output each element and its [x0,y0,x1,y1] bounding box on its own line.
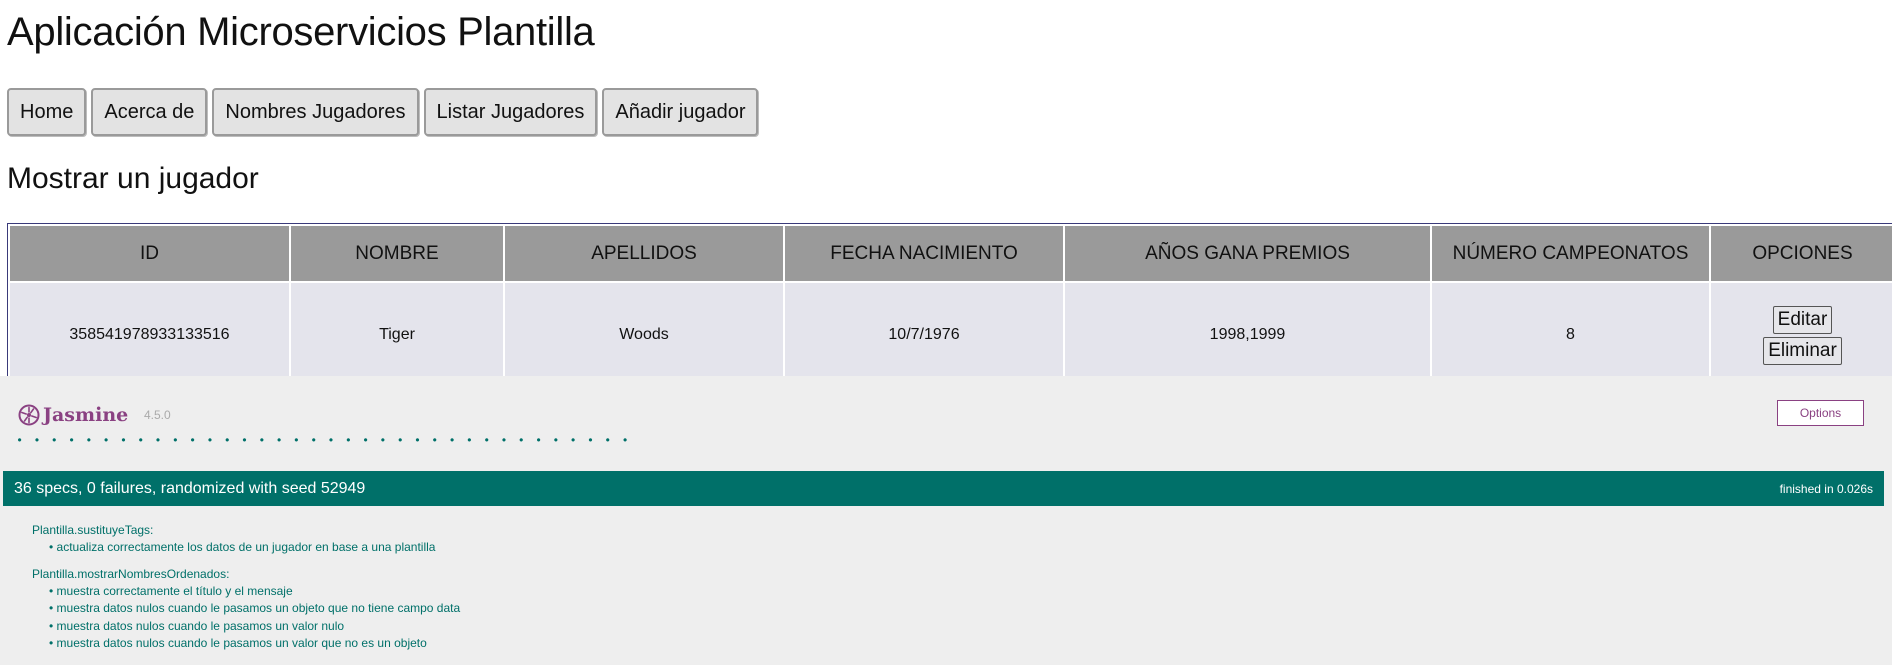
spec-item[interactable]: muestra correctamente el título y el men… [49,583,460,601]
spec-pass-dot[interactable]: • [616,434,633,446]
delete-button[interactable]: Eliminar [1763,336,1842,365]
cell-nombre: Tiger [291,283,503,387]
cell-apellidos: Woods [505,283,783,387]
spec-item[interactable]: muestra datos nulos cuando le pasamos un… [49,635,460,653]
suite-results: Plantilla.sustituyeTags: actualiza corre… [32,522,460,662]
add-player-button[interactable]: Añadir jugador [602,88,759,136]
spec-pass-dot[interactable]: • [409,434,426,446]
spec-pass-dot[interactable]: • [357,434,374,446]
spec-pass-dot[interactable]: • [565,434,582,446]
spec-pass-dot[interactable]: • [253,434,270,446]
table-header-row: ID NOMBRE APELLIDOS FECHA NACIMIENTO AÑO… [10,226,1892,281]
summary-text[interactable]: 36 specs, 0 failures, randomized with se… [3,480,365,498]
cell-anos-gana-premios: 1998,1999 [1065,283,1430,387]
spec-item[interactable]: actualiza correctamente los datos de un … [49,539,460,557]
spec-pass-dot[interactable]: • [115,434,132,446]
spec-item[interactable]: muestra datos nulos cuando le pasamos un… [49,600,461,618]
spec-pass-dot[interactable]: • [478,434,495,446]
header-numero-campeonatos: NÚMERO CAMPEONATOS [1432,226,1709,281]
spec-pass-dot[interactable]: • [201,434,218,446]
header-nombre: NOMBRE [291,226,503,281]
spec-pass-dot[interactable]: • [495,434,512,446]
summary-bar: 36 specs, 0 failures, randomized with se… [3,471,1884,506]
list-players-button[interactable]: Listar Jugadores [423,88,598,136]
about-button[interactable]: Acerca de [91,88,208,136]
spec-pass-dot[interactable]: • [599,434,616,446]
player-names-button[interactable]: Nombres Jugadores [212,88,419,136]
spec-pass-dot[interactable]: • [426,434,443,446]
spec-item[interactable]: muestra datos nulos cuando le pasamos un… [49,618,460,636]
spec-pass-dot[interactable]: • [236,434,253,446]
spec-pass-dot[interactable]: • [513,434,530,446]
spec-pass-dot[interactable]: • [547,434,564,446]
spec-pass-dot[interactable]: • [461,434,478,446]
cell-fecha-nacimiento: 10/7/1976 [785,283,1063,387]
spec-pass-dot[interactable]: • [132,434,149,446]
spec-pass-dot[interactable]: • [80,434,97,446]
main-nav: Home Acerca de Nombres Jugadores Listar … [7,88,759,136]
spec-pass-dot[interactable]: • [97,434,114,446]
suite-sustituye-tags: Plantilla.sustituyeTags: actualiza corre… [32,522,460,557]
finished-text: finished in 0.026s [1779,481,1873,496]
home-button[interactable]: Home [7,88,87,136]
header-anos-gana-premios: AÑOS GANA PREMIOS [1065,226,1430,281]
spec-pass-dot[interactable]: • [46,434,63,446]
spec-pass-dot[interactable]: • [219,434,236,446]
header-fecha-nacimiento: FECHA NACIMIENTO [785,226,1063,281]
cell-numero-campeonatos: 8 [1432,283,1709,387]
options-button[interactable]: Options [1777,400,1864,426]
spec-pass-dot[interactable]: • [11,434,28,446]
spec-pass-dot[interactable]: • [322,434,339,446]
spec-pass-dot[interactable]: • [530,434,547,446]
suite-name[interactable]: Plantilla.sustituyeTags: [32,522,460,539]
cell-id: 358541978933133516 [10,283,289,387]
spec-pass-dot[interactable]: • [392,434,409,446]
spec-pass-dot[interactable]: • [28,434,45,446]
app-title: Aplicación Microservicios Plantilla [7,10,595,54]
player-table: ID NOMBRE APELLIDOS FECHA NACIMIENTO AÑO… [7,223,1892,390]
jasmine-logo: Jasmine [18,404,128,426]
spec-pass-dot[interactable]: • [443,434,460,446]
spec-pass-dot[interactable]: • [305,434,322,446]
edit-button[interactable]: Editar [1772,305,1833,334]
spec-pass-dot[interactable]: • [340,434,357,446]
section-title: Mostrar un jugador [7,162,259,195]
spec-pass-dot[interactable]: • [149,434,166,446]
spec-dots: • • • • • • • • • • • • • • • • • • • • • • • • • • • • • • • • • • • • [11,434,634,446]
jasmine-reporter: Jasmine 4.5.0 Options • • • • • • • • • • • • • • • • • •… [0,376,1892,665]
spec-pass-dot[interactable]: • [63,434,80,446]
spec-pass-dot[interactable]: • [270,434,287,446]
spec-pass-dot[interactable]: • [167,434,184,446]
jasmine-flower-icon [18,404,40,426]
spec-pass-dot[interactable]: • [184,434,201,446]
header-id: ID [10,226,289,281]
jasmine-version: 4.5.0 [144,408,171,422]
header-apellidos: APELLIDOS [505,226,783,281]
table-row: 358541978933133516 Tiger Woods 10/7/1976… [10,283,1892,387]
spec-pass-dot[interactable]: • [374,434,391,446]
spec-pass-dot[interactable]: • [582,434,599,446]
suite-name[interactable]: Plantilla.mostrarNombresOrdenados: [32,566,460,583]
cell-opciones: Editar Eliminar [1711,283,1892,387]
spec-pass-dot[interactable]: • [288,434,305,446]
header-opciones: OPCIONES [1711,226,1892,281]
suite-mostrar-nombres-ordenados: Plantilla.mostrarNombresOrdenados: muest… [32,566,460,653]
jasmine-logo-text: Jasmine [43,404,129,426]
